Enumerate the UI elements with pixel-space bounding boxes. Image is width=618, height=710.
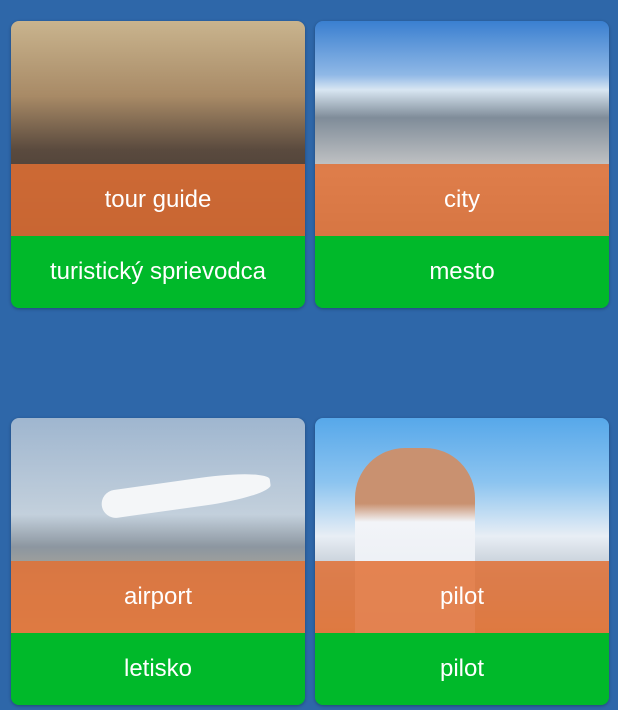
flashcard-tour-guide[interactable]: tour guide turistický sprievodca xyxy=(11,21,305,308)
english-word: airport xyxy=(11,561,305,633)
english-word: city xyxy=(315,164,609,236)
english-word: tour guide xyxy=(11,164,305,236)
airplane-shape xyxy=(99,468,273,520)
translation: turistický sprievodca xyxy=(11,236,305,308)
flashcard-airport[interactable]: airport letisko xyxy=(11,418,305,705)
translation: pilot xyxy=(315,633,609,705)
translation: letisko xyxy=(11,633,305,705)
flashcard-city[interactable]: city mesto xyxy=(315,21,609,308)
translation: mesto xyxy=(315,236,609,308)
english-word: pilot xyxy=(315,561,609,633)
flashcard-pilot[interactable]: pilot pilot xyxy=(315,418,609,705)
